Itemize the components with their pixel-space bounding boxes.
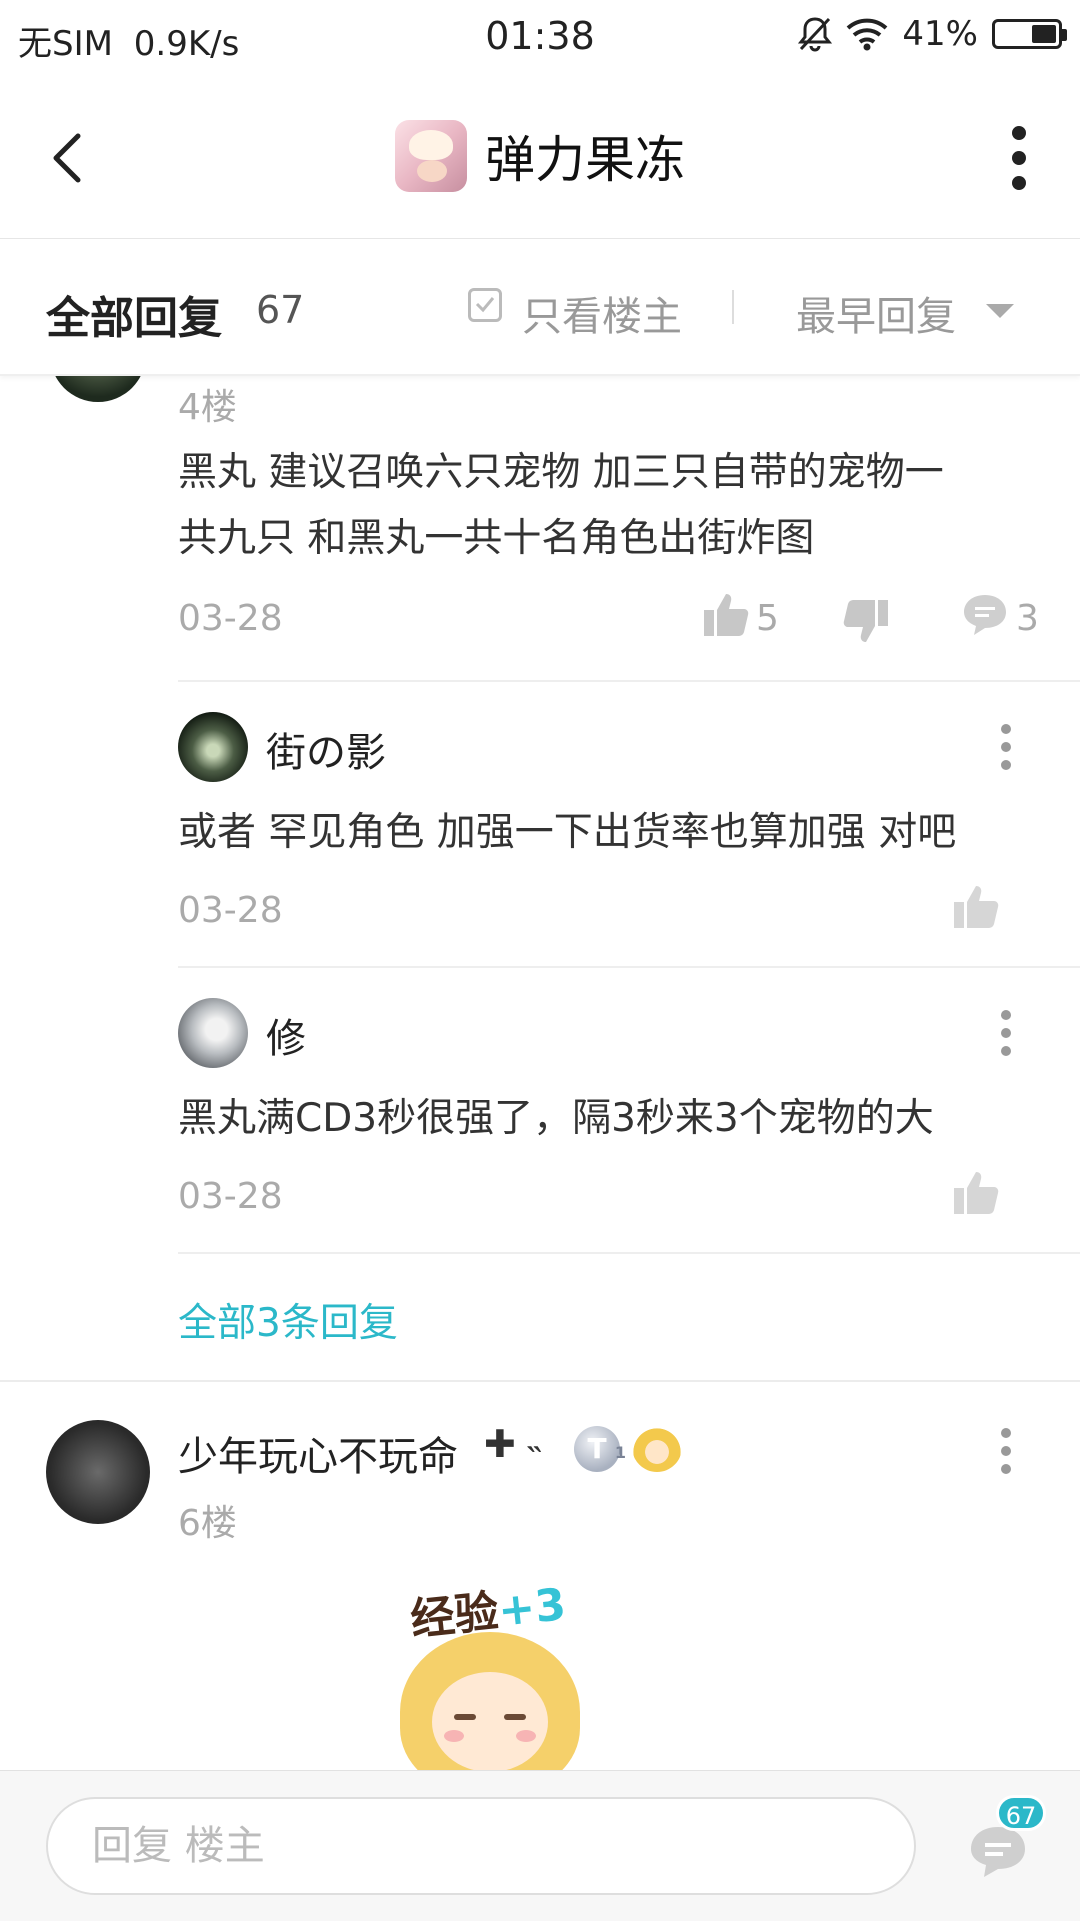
- divider: [178, 966, 1080, 968]
- avatar[interactable]: [178, 712, 248, 782]
- thumbs-down-icon[interactable]: [842, 598, 890, 646]
- section-divider: [0, 1380, 1080, 1382]
- badge-letter: T: [587, 1432, 607, 1465]
- post-content-line: 共九只 和黑丸一共十名角色出街炸图: [178, 516, 815, 561]
- reply-count: 67: [256, 288, 305, 332]
- filter-divider: [732, 290, 734, 324]
- all-replies-label: 全部回复: [46, 293, 222, 344]
- floor-number: 4楼: [178, 387, 237, 428]
- sub-reply-date: 03-28: [178, 1176, 283, 1217]
- owner-only-checkbox[interactable]: [468, 288, 502, 322]
- sub-reply-content: 黑丸满CD3秒很强了，隔3秒来3个宠物的大: [178, 1096, 934, 1141]
- sub-reply-username[interactable]: 修: [266, 1006, 306, 1064]
- reply-filter-bar: 全部回复 67 只看楼主 最早回复: [0, 240, 1080, 376]
- forum-avatar[interactable]: [395, 120, 467, 192]
- character-badge-icon: [632, 1422, 682, 1472]
- wifi-icon: [847, 18, 888, 51]
- avatar[interactable]: [50, 376, 146, 402]
- more-vertical-icon: [1012, 126, 1026, 140]
- owner-only-label[interactable]: 只看楼主: [522, 284, 682, 342]
- sub-reply-content: 或者 罕见角色 加强一下出货率也算加强 对吧: [178, 810, 957, 855]
- more-vertical-icon[interactable]: [999, 1010, 1013, 1056]
- divider: [178, 680, 1080, 682]
- reply-bar: 回复 楼主 67: [0, 1770, 1080, 1921]
- experience-sticker: 经验+3: [370, 1576, 610, 1770]
- battery-fill: [1032, 25, 1056, 43]
- like-count: 5: [756, 598, 779, 639]
- post-username[interactable]: 少年玩心不玩命: [178, 1424, 458, 1482]
- thumbs-up-icon[interactable]: [952, 1168, 1000, 1216]
- top-nav: 弹力果冻: [0, 78, 1080, 239]
- view-all-replies-link[interactable]: 全部3条回复: [178, 1292, 398, 1348]
- badge-level: 1: [614, 1443, 626, 1462]
- sub-reply-username[interactable]: 街の影: [266, 720, 386, 778]
- divider: [178, 1252, 1080, 1254]
- username-suffix: ✚ ˵: [484, 1422, 541, 1466]
- post-content-line: 黑丸 建议召唤六只宠物 加三只自带的宠物一: [178, 450, 944, 495]
- level-badge-icon: T 1: [574, 1426, 626, 1472]
- post-date: 03-28: [178, 598, 283, 639]
- caret-down-icon[interactable]: [986, 304, 1014, 318]
- more-vertical-icon[interactable]: [999, 724, 1013, 770]
- battery-icon: [992, 19, 1067, 49]
- page-title[interactable]: 弹力果冻: [485, 120, 685, 192]
- sort-dropdown[interactable]: 最早回复: [796, 284, 956, 342]
- status-right: 41%: [798, 14, 1067, 54]
- title-group: 弹力果冻: [0, 120, 1080, 192]
- thumbs-up-icon[interactable]: [702, 590, 750, 638]
- comment-count: 3: [1016, 598, 1039, 639]
- message-count-badge: 67: [996, 1795, 1046, 1831]
- check-icon: [475, 297, 495, 313]
- more-button[interactable]: [1006, 126, 1032, 190]
- avatar[interactable]: [46, 1420, 150, 1524]
- comment-icon[interactable]: [962, 592, 1008, 638]
- more-vertical-icon[interactable]: [999, 1428, 1013, 1474]
- battery-percent: 41%: [902, 14, 978, 54]
- status-bar: 无SIM 0.9K/s 01:38 41%: [0, 0, 1080, 78]
- reply-list: 4楼 黑丸 建议召唤六只宠物 加三只自带的宠物一 共九只 和黑丸一共十名角色出街…: [0, 376, 1080, 1770]
- sub-reply-date: 03-28: [178, 890, 283, 931]
- floor-number: 6楼: [178, 1503, 237, 1544]
- bell-off-icon: [798, 17, 833, 52]
- thumbs-up-icon[interactable]: [952, 882, 1000, 930]
- avatar[interactable]: [178, 998, 248, 1068]
- reply-input[interactable]: 回复 楼主: [46, 1797, 916, 1895]
